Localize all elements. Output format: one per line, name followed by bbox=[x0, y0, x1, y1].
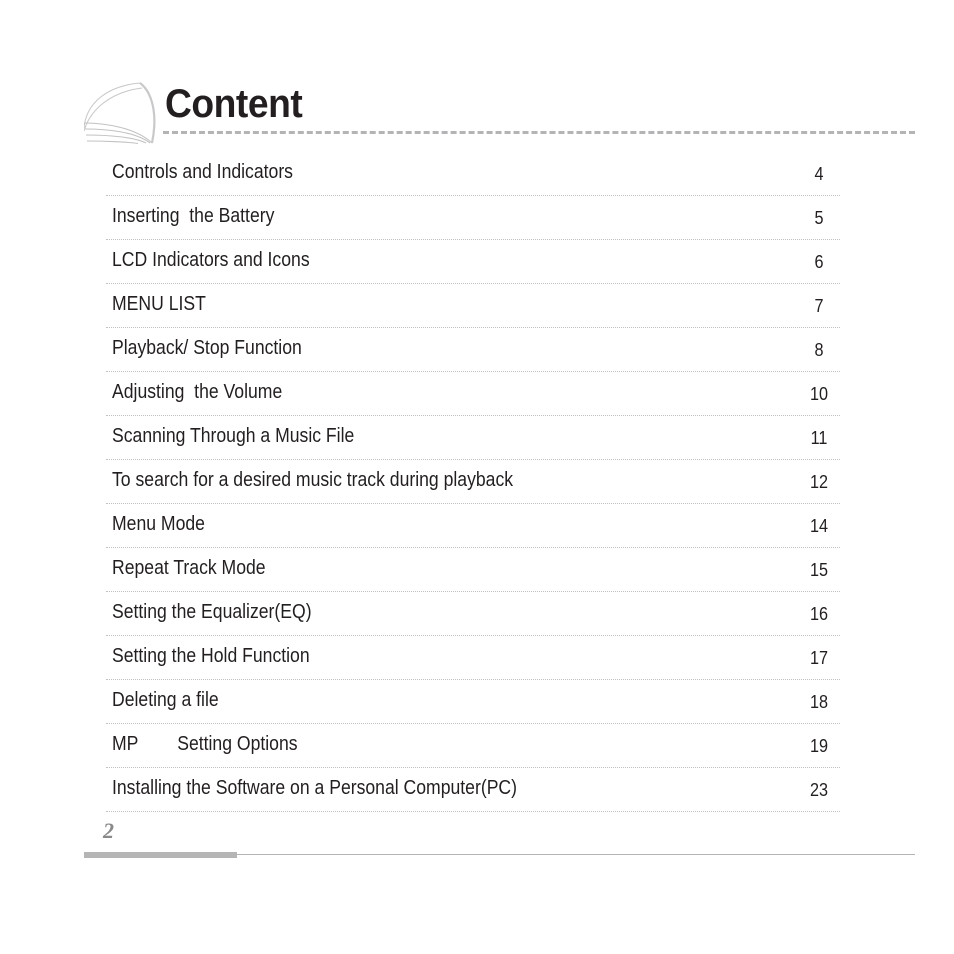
footer-accent-bar bbox=[84, 852, 237, 858]
toc-entry-page-number: 10 bbox=[809, 384, 829, 404]
toc-entry[interactable]: Inserting the Battery 5 bbox=[106, 196, 840, 240]
toc-entry-label: MENU LIST bbox=[112, 293, 206, 315]
toc-entry-label: Setting the Equalizer(EQ) bbox=[112, 601, 312, 623]
footer-rule bbox=[237, 854, 915, 855]
toc-entry-label: Setting the Hold Function bbox=[112, 645, 310, 667]
toc-entry[interactable]: Setting the Hold Function 17 bbox=[106, 636, 840, 680]
feather-arc-ornament-icon bbox=[83, 82, 164, 145]
toc-entry-page-number: 6 bbox=[814, 252, 824, 272]
toc-entry[interactable]: MP Setting Options 19 bbox=[106, 724, 840, 768]
page-title: Content bbox=[165, 82, 303, 126]
toc-entry-label: Inserting the Battery bbox=[112, 205, 275, 227]
toc-entry-page-number: 17 bbox=[809, 648, 829, 668]
toc-entry-page-number: 5 bbox=[814, 208, 824, 228]
toc-entry-page-number: 15 bbox=[809, 560, 829, 580]
toc-entry-page-number: 14 bbox=[809, 516, 829, 536]
toc-entry-label: Installing the Software on a Personal Co… bbox=[112, 777, 518, 799]
toc-entry[interactable]: Setting the Equalizer(EQ) 16 bbox=[106, 592, 840, 636]
toc-entry-label: Repeat Track Mode bbox=[112, 557, 266, 579]
toc-entry-page-number: 4 bbox=[814, 164, 824, 184]
toc-entry-page-number: 11 bbox=[810, 428, 828, 448]
page-footer: 2 bbox=[0, 806, 954, 866]
toc-entry[interactable]: LCD Indicators and Icons 6 bbox=[106, 240, 840, 284]
toc-entry-label: Deleting a file bbox=[112, 689, 219, 711]
toc-entry[interactable]: Playback/ Stop Function 8 bbox=[106, 328, 840, 372]
document-page: Content Controls and Indicators 4 Insert… bbox=[0, 0, 954, 954]
toc-entry-page-number: 16 bbox=[809, 604, 829, 624]
toc-entry-page-number: 18 bbox=[809, 692, 829, 712]
toc-entry-page-number: 12 bbox=[809, 472, 829, 492]
toc-entry-label: LCD Indicators and Icons bbox=[112, 249, 310, 271]
toc-entry-label: To search for a desired music track duri… bbox=[112, 469, 514, 491]
page-folio-number: 2 bbox=[103, 818, 114, 843]
toc-entry-page-number: 8 bbox=[814, 340, 824, 360]
toc-entry[interactable]: Menu Mode 14 bbox=[106, 504, 840, 548]
toc-entry-page-number: 23 bbox=[809, 780, 829, 800]
toc-entry[interactable]: Deleting a file 18 bbox=[106, 680, 840, 724]
toc-entry[interactable]: Adjusting the Volume 10 bbox=[106, 372, 840, 416]
toc-entry[interactable]: To search for a desired music track duri… bbox=[106, 460, 840, 504]
header-divider bbox=[163, 131, 915, 134]
toc-entry-label: Menu Mode bbox=[112, 513, 205, 535]
toc-entry-label: Adjusting the Volume bbox=[112, 381, 283, 403]
table-of-contents: Controls and Indicators 4 Inserting the … bbox=[106, 152, 840, 812]
toc-entry-label: Controls and Indicators bbox=[112, 161, 293, 183]
toc-entry-label: Playback/ Stop Function bbox=[112, 337, 302, 359]
toc-entry[interactable]: Repeat Track Mode 15 bbox=[106, 548, 840, 592]
toc-entry[interactable]: MENU LIST 7 bbox=[106, 284, 840, 328]
page-header: Content bbox=[0, 0, 954, 150]
toc-entry[interactable]: Scanning Through a Music File 11 bbox=[106, 416, 840, 460]
toc-entry[interactable]: Controls and Indicators 4 bbox=[106, 152, 840, 196]
toc-entry-page-number: 19 bbox=[809, 736, 829, 756]
toc-entry-label: MP Setting Options bbox=[112, 733, 298, 755]
toc-entry-page-number: 7 bbox=[814, 296, 824, 316]
toc-entry-label: Scanning Through a Music File bbox=[112, 425, 355, 447]
